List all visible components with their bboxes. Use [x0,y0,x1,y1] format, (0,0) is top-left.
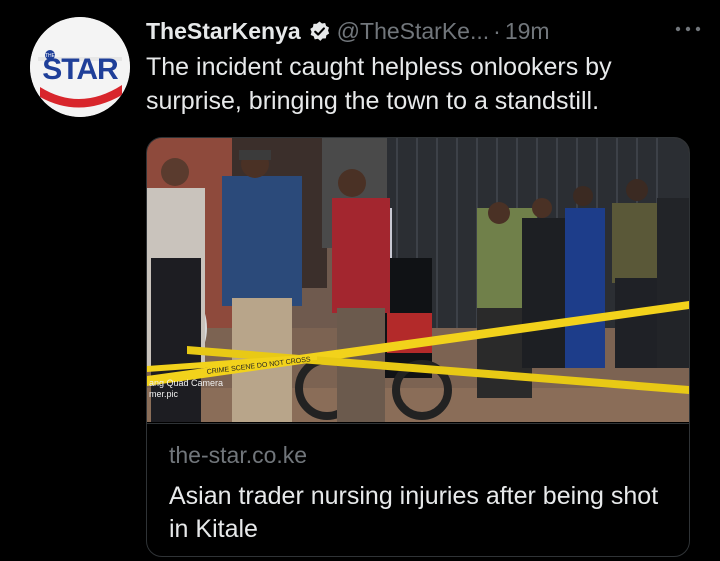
tweet-header: TheStarKenya @TheStarKe... · 19m [146,13,704,49]
watermark-line-2: mer.pic [149,389,179,399]
timestamp[interactable]: 19m [505,18,550,45]
card-title[interactable]: Asian trader nursing injuries after bein… [169,480,669,546]
tweet-text: The incident caught helpless onlookers b… [146,53,612,115]
user-handle[interactable]: @TheStarKe... [337,18,489,45]
card-image: CRIME SCENE DO NOT CROSS ang Quad Camera… [147,138,689,422]
separator-dot: · [493,17,501,44]
svg-text:THE: THE [45,53,56,59]
watermark-line-1: ang Quad Camera [149,378,224,388]
card-domain: the-star.co.ke [169,442,308,468]
display-name[interactable]: TheStarKenya [146,18,301,45]
link-card[interactable]: CRIME SCENE DO NOT CROSS ang Quad Camera… [146,137,690,557]
star-logo: STAR THE [30,17,130,117]
more-horizontal-icon[interactable] [674,23,702,35]
avatar[interactable]: STAR THE [30,17,130,117]
card-meta[interactable]: the-star.co.ke Asian trader nursing inju… [147,423,689,556]
camera-watermark: ang Quad Camera mer.pic [149,378,223,400]
verified-badge-icon [308,20,331,43]
